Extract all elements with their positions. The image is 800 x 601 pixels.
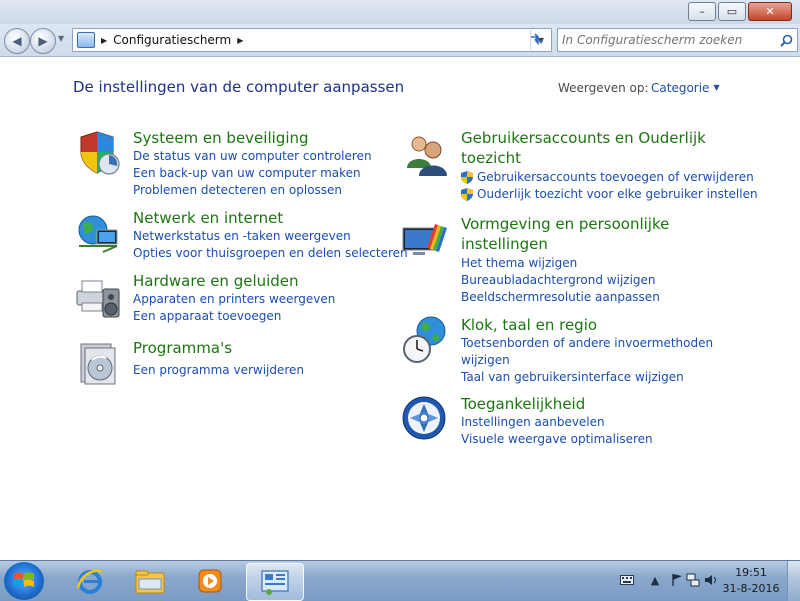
uac-shield-icon (461, 188, 473, 201)
category-title[interactable]: Vormgeving en persoonlijke instellingen (461, 214, 669, 254)
category-ease-of-access: Toegankelijkheid Instellingen aanbevelen… (401, 394, 741, 450)
close-button[interactable]: ✕ (748, 2, 792, 21)
link-recommend-settings[interactable]: Instellingen aanbevelen (461, 414, 653, 431)
printer-speaker-icon[interactable] (73, 271, 123, 321)
category-title-line-1[interactable]: Gebruikersaccounts en Ouderlijk (461, 129, 706, 147)
link-change-keyboards[interactable]: Toetsenborden of andere invoermethoden w… (461, 335, 713, 369)
link-add-device[interactable]: Een apparaat toevoegen (133, 308, 335, 325)
link-label[interactable]: Gebruikersaccounts toevoegen of verwijde… (477, 170, 754, 184)
link-devices-printers[interactable]: Apparaten en printers weergeven (133, 291, 335, 308)
link-adjust-resolution[interactable]: Beeldschermresolutie aanpassen (461, 289, 660, 306)
arrow-left-icon: ◀ (12, 34, 22, 48)
clock[interactable]: 19:51 31-8-2016 (720, 565, 782, 597)
link-label-line-1[interactable]: Toetsenborden of andere invoermethoden (461, 336, 713, 350)
windows-explorer-icon (135, 570, 165, 594)
link-troubleshoot[interactable]: Problemen detecteren en oplossen (133, 182, 372, 199)
recent-pages-dropdown[interactable]: ▼ (58, 34, 64, 43)
breadcrumb-control-panel[interactable]: Configuratiescherm (113, 33, 231, 47)
link-add-remove-accounts[interactable]: Gebruikersaccounts toevoegen of verwijde… (461, 169, 758, 186)
navigation-bar: ◀ ▶ ▼ ▶ Configuratiescherm ▶ ▼ (0, 24, 800, 57)
refresh-icon (531, 33, 543, 45)
network-globe-icon[interactable] (73, 208, 123, 258)
address-bar[interactable]: ▶ Configuratiescherm ▶ ▼ (72, 28, 552, 52)
category-appearance: Vormgeving en persoonlijke instellingen … (401, 214, 741, 310)
category-hardware-sound: Hardware en geluiden Apparaten en printe… (73, 271, 393, 331)
link-label[interactable]: Ouderlijk toezicht voor elke gebruiker i… (477, 187, 758, 201)
link-change-background[interactable]: Bureaubladachtergrond wijzigen (461, 272, 660, 289)
category-title-line-2[interactable]: toezicht (461, 149, 521, 167)
category-clock-language-region: Klok, taal en regio Toetsenborden of and… (401, 315, 741, 387)
clock-date[interactable]: 31-8-2016 (720, 581, 782, 597)
link-optimize-visual-display[interactable]: Visuele weergave optimaliseren (461, 431, 653, 448)
arrow-right-icon: ▶ (38, 34, 48, 48)
taskbar-media-player[interactable] (182, 563, 238, 599)
accessibility-icon[interactable] (401, 394, 451, 444)
category-title[interactable]: Toegankelijkheid (461, 394, 585, 414)
start-button[interactable] (4, 562, 44, 600)
search-box[interactable] (557, 28, 798, 52)
forward-button[interactable]: ▶ (30, 28, 56, 54)
category-title[interactable]: Gebruikersaccounts en Ouderlijk toezicht (461, 128, 706, 168)
system-tray: ▲ 19:51 31-8-2016 (610, 561, 800, 601)
link-backup-computer[interactable]: Een back-up van uw computer maken (133, 165, 372, 182)
appearance-monitor-icon[interactable] (401, 214, 451, 264)
breadcrumb-chevron-icon[interactable]: ▶ (237, 36, 243, 45)
category-network-internet: Netwerk en internet Netwerkstatus en -ta… (73, 208, 408, 268)
clock-globe-icon[interactable] (401, 315, 451, 365)
window-title-bar: – ▭ ✕ (0, 0, 800, 24)
category-title[interactable]: Netwerk en internet (133, 208, 283, 228)
page-title: De instellingen van de computer aanpasse… (73, 78, 405, 96)
category-title[interactable]: Systeem en beveiliging (133, 128, 309, 148)
category-title-line-1[interactable]: Vormgeving en persoonlijke (461, 215, 669, 233)
control-panel-icon (261, 570, 289, 595)
view-by-value[interactable]: Categorie (651, 81, 709, 95)
back-button[interactable]: ◀ (4, 28, 30, 54)
search-input[interactable] (562, 31, 772, 49)
clock-time[interactable]: 19:51 (720, 565, 782, 581)
users-icon[interactable] (401, 128, 451, 178)
uac-shield-icon (461, 171, 473, 184)
category-title-line-2[interactable]: instellingen (461, 235, 548, 253)
taskbar-internet-explorer[interactable] (62, 563, 118, 599)
category-user-accounts: Gebruikersaccounts en Ouderlijk toezicht… (401, 128, 758, 208)
view-by-dropdown[interactable]: Categorie ▼ (651, 81, 720, 95)
category-programs: Programma's Een programma verwijderen (73, 338, 393, 388)
category-system-security: Systeem en beveiliging De status van uw … (73, 128, 393, 202)
volume-icon[interactable] (704, 573, 718, 587)
link-homegroup-sharing[interactable]: Opties voor thuisgroepen en delen select… (133, 245, 408, 262)
network-icon[interactable] (686, 573, 700, 587)
keyboard-icon[interactable] (620, 573, 634, 587)
search-icon[interactable] (779, 33, 793, 47)
chevron-down-icon[interactable]: ▼ (713, 83, 719, 92)
action-center-flag-icon[interactable] (670, 573, 684, 587)
category-title[interactable]: Klok, taal en regio (461, 315, 597, 335)
link-change-theme[interactable]: Het thema wijzigen (461, 255, 660, 272)
breadcrumb-separator-icon[interactable]: ▶ (101, 36, 107, 45)
view-by-label: Weergeven op: (558, 81, 649, 95)
programs-disc-icon[interactable] (73, 338, 123, 388)
taskbar: ▲ 19:51 31-8-2016 (0, 560, 800, 601)
maximize-button[interactable]: ▭ (718, 2, 746, 21)
category-title[interactable]: Hardware en geluiden (133, 271, 299, 291)
link-parental-controls[interactable]: Ouderlijk toezicht voor elke gebruiker i… (461, 186, 758, 203)
taskbar-control-panel[interactable] (246, 563, 304, 601)
shield-security-icon[interactable] (73, 128, 123, 178)
control-panel-small-icon (77, 32, 95, 48)
link-label-line-2[interactable]: wijzigen (461, 353, 510, 367)
link-display-language[interactable]: Taal van gebruikersinterface wijzigen (461, 369, 713, 386)
category-title[interactable]: Programma's (133, 338, 232, 358)
internet-explorer-icon (76, 569, 103, 594)
link-uninstall-program[interactable]: Een programma verwijderen (133, 362, 304, 379)
windows-logo-icon (14, 572, 34, 587)
show-hidden-icons-chevron-icon[interactable]: ▲ (648, 573, 662, 587)
minimize-button[interactable]: – (688, 2, 716, 21)
media-player-icon (198, 569, 222, 593)
link-network-status[interactable]: Netwerkstatus en -taken weergeven (133, 228, 408, 245)
show-desktop-button[interactable] (787, 561, 800, 601)
taskbar-windows-explorer[interactable] (122, 563, 178, 599)
refresh-button[interactable] (526, 29, 548, 49)
link-check-computer-status[interactable]: De status van uw computer controleren (133, 148, 372, 165)
